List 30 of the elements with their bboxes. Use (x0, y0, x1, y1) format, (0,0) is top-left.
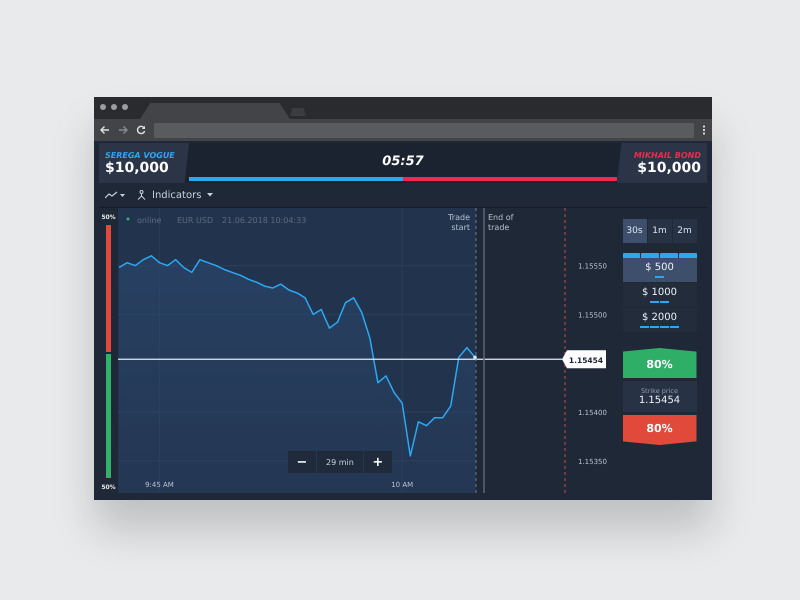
status-text: online (137, 216, 162, 225)
timer: 05:57 (382, 154, 424, 169)
sell-button[interactable]: 80% (622, 415, 696, 445)
amount-option[interactable]: $ 1000 (622, 283, 696, 307)
pair-text: EUR USD (177, 216, 214, 225)
caret-icon (207, 193, 214, 197)
duration-tab[interactable]: 2m (672, 219, 696, 243)
menu-icon[interactable] (702, 125, 706, 135)
back-icon[interactable] (100, 125, 110, 135)
zoom-in-button[interactable]: + (364, 451, 392, 473)
indicator-icon (137, 190, 146, 200)
chart-type-button[interactable] (105, 191, 127, 199)
zoom-out-button[interactable]: − (288, 451, 316, 473)
reload-icon[interactable] (136, 125, 146, 135)
player-balance: $10,000 (637, 160, 701, 176)
duration-tab[interactable]: 30s (622, 219, 646, 243)
strike-price-value: 1.15454 (638, 395, 680, 406)
duration-tab[interactable]: 1m (648, 219, 672, 243)
indicators-button[interactable]: Indicators (137, 190, 214, 200)
online-dot (126, 218, 130, 220)
trade-end-label: End of trade (488, 213, 514, 232)
amount-option[interactable]: $ 500 (622, 258, 696, 282)
zoom-value: 29 min (317, 451, 363, 473)
amount-option[interactable]: $ 2000 (622, 308, 696, 332)
trade-start-label: Trade start (448, 213, 470, 232)
player-name: SEREGA VOGUE (105, 150, 176, 160)
timestamp-text: 21.06.2018 10:04:33 (222, 216, 306, 225)
player-balance: $10,000 (105, 160, 170, 176)
player-name: MIKHAIL BOND (634, 150, 701, 160)
forward-icon[interactable] (118, 125, 128, 135)
